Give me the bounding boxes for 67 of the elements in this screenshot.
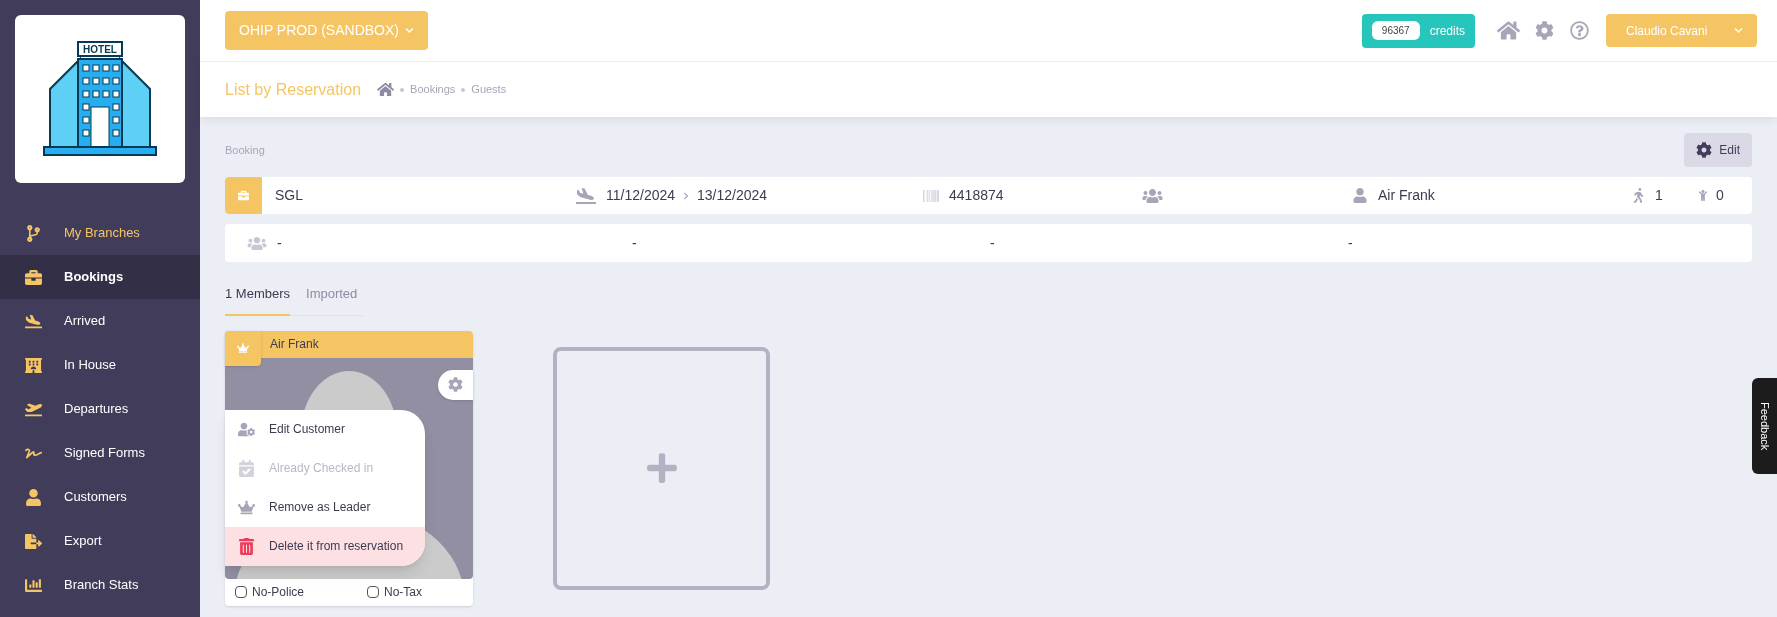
sidebar-item[interactable]: Branch Stats — [0, 563, 200, 607]
home-icon[interactable] — [377, 81, 395, 98]
group-icon — [247, 235, 267, 251]
adults-count: 1 — [1655, 186, 1664, 205]
plane-landing-icon — [576, 186, 596, 205]
add-member-button[interactable] — [553, 346, 770, 590]
sidebar-item[interactable]: Departures — [0, 387, 200, 431]
tab[interactable]: 1 Members — [225, 284, 291, 316]
plane-landing-icon — [25, 312, 42, 330]
hotel-logo: HOTEL — [40, 39, 160, 159]
booking-number: 4418874 — [949, 186, 1005, 205]
credits-label: credits — [1429, 22, 1465, 40]
settings-icon[interactable] — [1535, 21, 1554, 40]
room-type: SGL — [275, 186, 304, 205]
trash-icon — [238, 537, 255, 555]
menu-item[interactable]: Edit Customer — [225, 409, 425, 449]
walking-person-icon — [1632, 188, 1646, 203]
user-icon — [25, 488, 42, 506]
checkbox-option[interactable]: No-Police — [235, 583, 367, 601]
detail-value: - — [632, 233, 638, 253]
plus-icon — [644, 451, 679, 485]
briefcase-icon — [238, 190, 249, 201]
settings-icon — [1696, 142, 1713, 158]
sidebar-item[interactable]: Export — [0, 519, 200, 563]
feedback-tab[interactable]: Feedback — [1752, 378, 1777, 474]
page-title: List by Reservation — [225, 79, 362, 100]
checkbox[interactable] — [235, 586, 247, 598]
chevron-right-icon — [682, 191, 691, 200]
briefcase-icon — [25, 268, 42, 286]
detail-value: - — [277, 233, 283, 253]
detail-value: - — [990, 233, 996, 253]
home-icon[interactable] — [1497, 19, 1520, 42]
barcode-icon — [923, 187, 940, 204]
sidebar-item[interactable]: Arrived — [0, 299, 200, 343]
settings-icon — [448, 377, 463, 392]
sidebar-item[interactable]: Customers — [0, 475, 200, 519]
menu-item[interactable]: Delete it from reservation — [225, 526, 425, 566]
sidebar-item[interactable]: Bookings — [0, 255, 200, 299]
crown-icon — [238, 498, 255, 516]
file-export-icon — [25, 532, 42, 550]
branch-icon — [25, 224, 42, 242]
bar-chart-icon — [25, 576, 42, 594]
user-gear-icon — [238, 420, 255, 438]
user-icon — [1353, 188, 1368, 203]
group-icon — [1142, 187, 1164, 204]
sidebar-item[interactable]: Signed Forms — [0, 431, 200, 475]
departure-date: 13/12/2024 — [697, 186, 769, 205]
credits-value: 96367 — [1371, 21, 1420, 40]
edit-button[interactable]: Edit — [1684, 133, 1752, 167]
checkbox[interactable] — [367, 586, 379, 598]
detail-value: - — [1348, 233, 1354, 253]
chevron-down-icon — [1734, 26, 1743, 35]
help-icon[interactable] — [1570, 21, 1589, 40]
child-icon — [1698, 190, 1709, 201]
guest-name: Air Frank — [1378, 186, 1436, 205]
section-label: Booking — [225, 142, 265, 158]
menu-item[interactable]: Remove as Leader — [225, 487, 425, 527]
member-name: Air Frank — [270, 336, 319, 353]
sidebar-item[interactable]: In House — [0, 343, 200, 387]
sidebar-item[interactable]: My Branches — [0, 211, 200, 255]
chevron-down-icon — [405, 26, 414, 35]
arrival-date: 11/12/2024 — [606, 186, 676, 205]
building-icon — [25, 356, 42, 374]
checkbox-option[interactable]: No-Tax — [367, 583, 422, 601]
calendar-check-icon — [238, 459, 255, 477]
crown-icon — [237, 342, 249, 354]
children-count: 0 — [1716, 186, 1724, 205]
